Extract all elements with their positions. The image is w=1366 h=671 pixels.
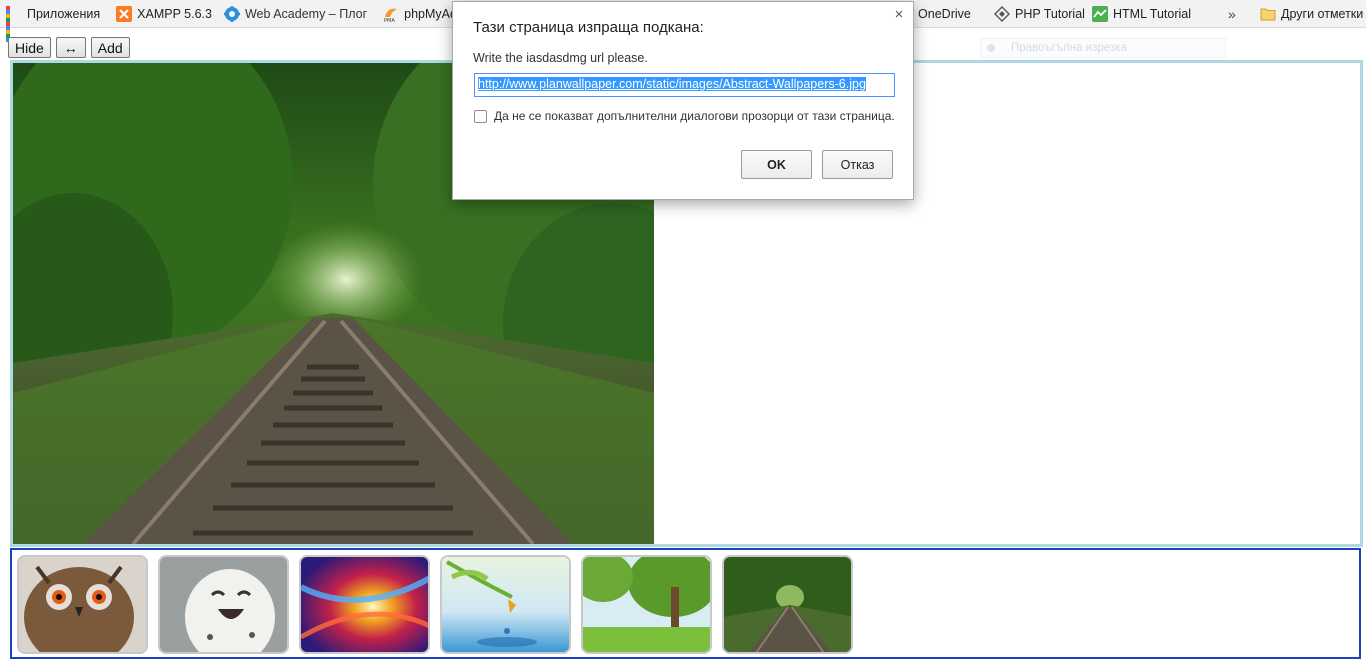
php-tutorial-icon [994, 5, 1010, 22]
bookmark-xampp[interactable]: XAMPP 5.6.3 [110, 0, 218, 28]
add-button[interactable]: Add [90, 37, 130, 58]
thumbnail-snowy-owl[interactable] [158, 555, 289, 654]
web-academy-icon [223, 5, 240, 22]
xampp-icon [116, 5, 133, 22]
bookmark-other-folder[interactable]: Други отметки [1254, 0, 1366, 28]
hide-button[interactable]: Hide [8, 37, 51, 58]
suppress-dialogs-checkbox[interactable] [474, 109, 487, 123]
suppress-dialogs-label: Да не се показват допълнителни диалогови… [494, 109, 895, 123]
bookmark-label: XAMPP 5.6.3 [137, 6, 212, 21]
ok-button[interactable]: OK [741, 150, 812, 179]
image-toolbar: Hide ↔ Add [8, 37, 130, 58]
thumbnail-railway[interactable] [722, 555, 853, 654]
swap-button[interactable]: ↔ [55, 37, 86, 58]
crop-option-faded: Правоъгълна изрезка [980, 38, 1226, 58]
url-input-value: http://www.planwallpaper.com/static/imag… [478, 77, 866, 91]
dialog-title: Тази страница изпраща подкана: [473, 19, 704, 36]
thumbnail-strip [10, 548, 1361, 659]
bookmark-label: HTML Tutorial [1113, 6, 1192, 21]
bookmark-label: Други отметки [1281, 7, 1364, 21]
bookmark-php-tutorial[interactable]: PHP Tutorial [988, 0, 1091, 28]
thumbnail-abstract-swirl[interactable] [299, 555, 430, 654]
bookmark-label: Приложения [27, 6, 101, 21]
apps-grid-icon [6, 5, 22, 42]
close-icon[interactable]: × [892, 7, 906, 22]
bookmarks-more-chevron-icon[interactable]: » [1228, 0, 1236, 28]
prompt-dialog: × Тази страница изпраща подкана: Write t… [452, 1, 914, 200]
bookmark-label: PHP Tutorial [1015, 6, 1085, 21]
dialog-message: Write the iasdasdmg url please. [473, 51, 648, 65]
bookmark-apps[interactable]: Приложения [0, 0, 106, 42]
radio-icon [987, 44, 995, 52]
thumbnail-butterfly-water[interactable] [440, 555, 571, 654]
crop-option-label: Правоъгълна изрезка [1011, 42, 1127, 54]
bookmark-html-tutorial[interactable]: HTML Tutorial [1086, 0, 1197, 28]
html-tutorial-icon [1092, 5, 1108, 22]
svg-text:PMA: PMA [384, 18, 395, 22]
url-input[interactable]: http://www.planwallpaper.com/static/imag… [474, 73, 895, 97]
bookmark-label: Web Academy – Плог [244, 6, 368, 21]
bookmark-web-academy[interactable]: Web Academy – Плог [218, 0, 373, 28]
folder-icon [1260, 6, 1276, 22]
phpmyadmin-icon: PMA [383, 6, 399, 24]
cancel-button[interactable]: Отказ [822, 150, 893, 179]
thumbnail-owl[interactable] [17, 555, 148, 654]
thumbnail-meadow-tree[interactable] [581, 555, 712, 654]
suppress-dialogs-option[interactable]: Да не се показват допълнителни диалогови… [474, 109, 895, 123]
